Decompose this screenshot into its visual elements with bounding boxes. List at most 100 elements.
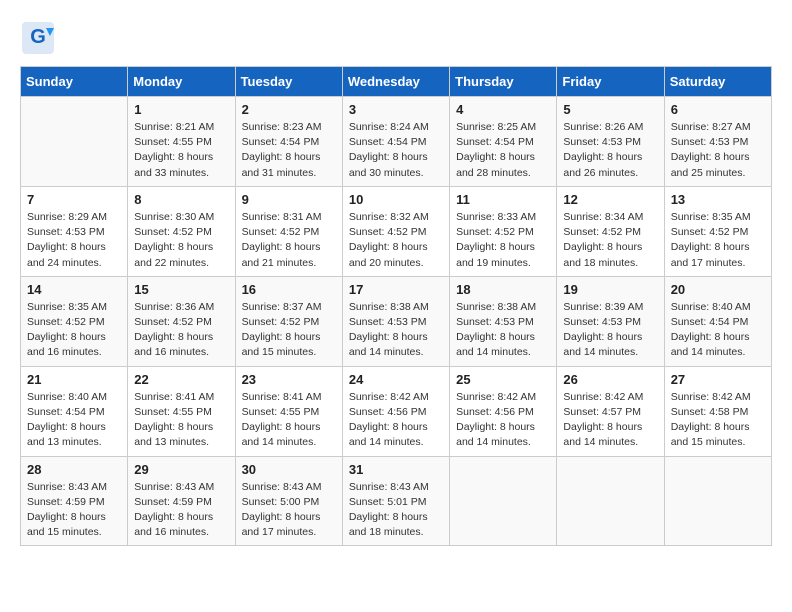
calendar-day-cell: 30 Sunrise: 8:43 AMSunset: 5:00 PMDayligh…	[235, 456, 342, 546]
day-info: Sunrise: 8:42 AMSunset: 4:57 PMDaylight:…	[563, 390, 657, 451]
calendar-day-cell: 16 Sunrise: 8:37 AMSunset: 4:52 PMDayligh…	[235, 276, 342, 366]
day-number: 2	[242, 102, 336, 117]
day-number: 30	[242, 462, 336, 477]
day-number: 11	[456, 192, 550, 207]
day-number: 17	[349, 282, 443, 297]
calendar-day-cell: 6 Sunrise: 8:27 AMSunset: 4:53 PMDaylight…	[664, 97, 771, 187]
day-of-week-header: Friday	[557, 67, 664, 97]
day-info: Sunrise: 8:27 AMSunset: 4:53 PMDaylight:…	[671, 120, 765, 181]
calendar-day-cell	[557, 456, 664, 546]
day-number: 19	[563, 282, 657, 297]
day-info: Sunrise: 8:36 AMSunset: 4:52 PMDaylight:…	[134, 300, 228, 361]
day-number: 10	[349, 192, 443, 207]
calendar-day-cell: 14 Sunrise: 8:35 AMSunset: 4:52 PMDayligh…	[21, 276, 128, 366]
day-number: 25	[456, 372, 550, 387]
calendar-day-cell	[664, 456, 771, 546]
calendar-day-cell: 20 Sunrise: 8:40 AMSunset: 4:54 PMDayligh…	[664, 276, 771, 366]
day-number: 3	[349, 102, 443, 117]
days-of-week-row: SundayMondayTuesdayWednesdayThursdayFrid…	[21, 67, 772, 97]
day-number: 18	[456, 282, 550, 297]
day-info: Sunrise: 8:40 AMSunset: 4:54 PMDaylight:…	[27, 390, 121, 451]
calendar-day-cell	[450, 456, 557, 546]
calendar-body: 1Sunrise: 8:21 AMSunset: 4:55 PMDaylight…	[21, 97, 772, 546]
day-info: Sunrise: 8:23 AMSunset: 4:54 PMDaylight:…	[242, 120, 336, 181]
calendar-day-cell: 19 Sunrise: 8:39 AMSunset: 4:53 PMDayligh…	[557, 276, 664, 366]
day-info: Sunrise: 8:25 AMSunset: 4:54 PMDaylight:…	[456, 120, 550, 181]
calendar-day-cell: 29 Sunrise: 8:43 AMSunset: 4:59 PMDayligh…	[128, 456, 235, 546]
day-info: Sunrise: 8:35 AMSunset: 4:52 PMDaylight:…	[27, 300, 121, 361]
calendar-day-cell: 15 Sunrise: 8:36 AMSunset: 4:52 PMDayligh…	[128, 276, 235, 366]
logo: G	[20, 20, 60, 56]
calendar-day-cell: 11 Sunrise: 8:33 AMSunset: 4:52 PMDayligh…	[450, 186, 557, 276]
calendar-day-cell: 12Sunrise: 8:34 AMSunset: 4:52 PMDayligh…	[557, 186, 664, 276]
calendar-day-cell: 2 Sunrise: 8:23 AMSunset: 4:54 PMDaylight…	[235, 97, 342, 187]
day-number: 15	[134, 282, 228, 297]
day-number: 1	[134, 102, 228, 117]
calendar-day-cell: 7 Sunrise: 8:29 AMSunset: 4:53 PMDaylight…	[21, 186, 128, 276]
calendar-day-cell: 1Sunrise: 8:21 AMSunset: 4:55 PMDaylight…	[128, 97, 235, 187]
day-info: Sunrise: 8:35 AMSunset: 4:52 PMDaylight:…	[671, 210, 765, 271]
day-info: Sunrise: 8:42 AMSunset: 4:56 PMDaylight:…	[349, 390, 443, 451]
day-info: Sunrise: 8:40 AMSunset: 4:54 PMDaylight:…	[671, 300, 765, 361]
day-number: 14	[27, 282, 121, 297]
day-info: Sunrise: 8:43 AMSunset: 4:59 PMDaylight:…	[134, 480, 228, 541]
calendar-day-cell: 17Sunrise: 8:38 AMSunset: 4:53 PMDayligh…	[342, 276, 449, 366]
calendar-day-cell: 24Sunrise: 8:42 AMSunset: 4:56 PMDayligh…	[342, 366, 449, 456]
day-number: 6	[671, 102, 765, 117]
day-info: Sunrise: 8:41 AMSunset: 4:55 PMDaylight:…	[134, 390, 228, 451]
calendar-day-cell: 28 Sunrise: 8:43 AMSunset: 4:59 PMDayligh…	[21, 456, 128, 546]
calendar-day-cell	[21, 97, 128, 187]
day-info: Sunrise: 8:43 AMSunset: 4:59 PMDaylight:…	[27, 480, 121, 541]
day-info: Sunrise: 8:43 AMSunset: 5:00 PMDaylight:…	[242, 480, 336, 541]
day-info: Sunrise: 8:33 AMSunset: 4:52 PMDaylight:…	[456, 210, 550, 271]
calendar-day-cell: 22 Sunrise: 8:41 AMSunset: 4:55 PMDayligh…	[128, 366, 235, 456]
calendar-day-cell: 3Sunrise: 8:24 AMSunset: 4:54 PMDaylight…	[342, 97, 449, 187]
day-info: Sunrise: 8:42 AMSunset: 4:58 PMDaylight:…	[671, 390, 765, 451]
day-of-week-header: Thursday	[450, 67, 557, 97]
day-of-week-header: Saturday	[664, 67, 771, 97]
day-of-week-header: Sunday	[21, 67, 128, 97]
calendar-day-cell: 27Sunrise: 8:42 AMSunset: 4:58 PMDayligh…	[664, 366, 771, 456]
calendar-table: SundayMondayTuesdayWednesdayThursdayFrid…	[20, 66, 772, 546]
day-info: Sunrise: 8:38 AMSunset: 4:53 PMDaylight:…	[456, 300, 550, 361]
calendar-day-cell: 23 Sunrise: 8:41 AMSunset: 4:55 PMDayligh…	[235, 366, 342, 456]
calendar-day-cell: 10 Sunrise: 8:32 AMSunset: 4:52 PMDayligh…	[342, 186, 449, 276]
day-number: 23	[242, 372, 336, 387]
calendar-day-cell: 21 Sunrise: 8:40 AMSunset: 4:54 PMDayligh…	[21, 366, 128, 456]
day-info: Sunrise: 8:43 AMSunset: 5:01 PMDaylight:…	[349, 480, 443, 541]
calendar-day-cell: 18 Sunrise: 8:38 AMSunset: 4:53 PMDayligh…	[450, 276, 557, 366]
day-info: Sunrise: 8:39 AMSunset: 4:53 PMDaylight:…	[563, 300, 657, 361]
calendar-week-row: 21 Sunrise: 8:40 AMSunset: 4:54 PMDayligh…	[21, 366, 772, 456]
day-of-week-header: Wednesday	[342, 67, 449, 97]
calendar-day-cell: 9Sunrise: 8:31 AMSunset: 4:52 PMDaylight…	[235, 186, 342, 276]
day-info: Sunrise: 8:31 AMSunset: 4:52 PMDaylight:…	[242, 210, 336, 271]
day-info: Sunrise: 8:37 AMSunset: 4:52 PMDaylight:…	[242, 300, 336, 361]
day-number: 13	[671, 192, 765, 207]
day-number: 28	[27, 462, 121, 477]
day-number: 21	[27, 372, 121, 387]
calendar-day-cell: 13 Sunrise: 8:35 AMSunset: 4:52 PMDayligh…	[664, 186, 771, 276]
svg-text:G: G	[30, 26, 46, 48]
day-number: 20	[671, 282, 765, 297]
calendar-day-cell: 5 Sunrise: 8:26 AMSunset: 4:53 PMDaylight…	[557, 97, 664, 187]
day-number: 5	[563, 102, 657, 117]
day-of-week-header: Tuesday	[235, 67, 342, 97]
day-number: 31	[349, 462, 443, 477]
day-info: Sunrise: 8:26 AMSunset: 4:53 PMDaylight:…	[563, 120, 657, 181]
calendar-day-cell: 31 Sunrise: 8:43 AMSunset: 5:01 PMDayligh…	[342, 456, 449, 546]
day-info: Sunrise: 8:41 AMSunset: 4:55 PMDaylight:…	[242, 390, 336, 451]
day-info: Sunrise: 8:32 AMSunset: 4:52 PMDaylight:…	[349, 210, 443, 271]
day-info: Sunrise: 8:30 AMSunset: 4:52 PMDaylight:…	[134, 210, 228, 271]
day-info: Sunrise: 8:42 AMSunset: 4:56 PMDaylight:…	[456, 390, 550, 451]
day-number: 29	[134, 462, 228, 477]
day-number: 7	[27, 192, 121, 207]
calendar-header: SundayMondayTuesdayWednesdayThursdayFrid…	[21, 67, 772, 97]
calendar-week-row: 14 Sunrise: 8:35 AMSunset: 4:52 PMDayligh…	[21, 276, 772, 366]
day-info: Sunrise: 8:29 AMSunset: 4:53 PMDaylight:…	[27, 210, 121, 271]
day-number: 22	[134, 372, 228, 387]
calendar-week-row: 28 Sunrise: 8:43 AMSunset: 4:59 PMDayligh…	[21, 456, 772, 546]
day-number: 4	[456, 102, 550, 117]
calendar-day-cell: 8 Sunrise: 8:30 AMSunset: 4:52 PMDaylight…	[128, 186, 235, 276]
day-number: 16	[242, 282, 336, 297]
day-number: 8	[134, 192, 228, 207]
